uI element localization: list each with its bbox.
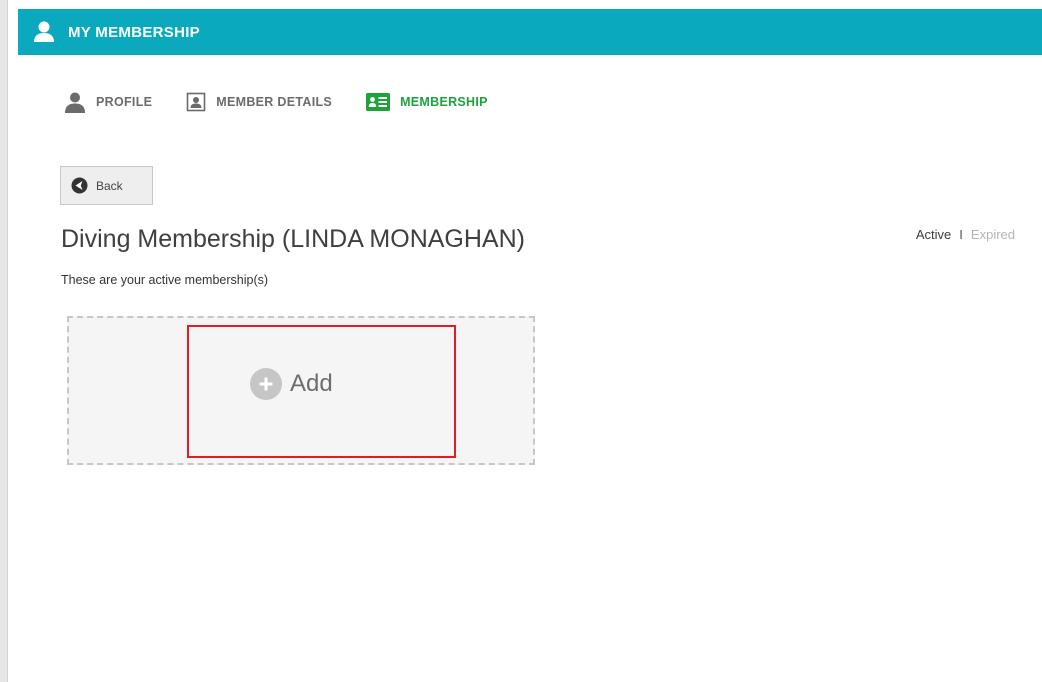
id-photo-icon xyxy=(186,92,206,112)
filter-active-link[interactable]: Active xyxy=(916,227,951,242)
membership-card-icon xyxy=(366,93,391,111)
filter-expired-link[interactable]: Expired xyxy=(971,227,1015,242)
tab-membership[interactable]: MEMBERSHIP xyxy=(366,93,488,111)
plus-circle-icon xyxy=(250,368,282,400)
status-filter: Active I Expired xyxy=(916,227,1015,242)
filter-separator: I xyxy=(959,227,963,242)
header-title: MY MEMBERSHIP xyxy=(68,23,200,41)
add-membership-button[interactable]: Add xyxy=(250,364,333,404)
nav-tabs: PROFILE MEMBER DETAILS MEMBERSHIP xyxy=(64,88,522,116)
left-rail-border xyxy=(7,0,19,682)
back-button[interactable]: Back xyxy=(60,166,153,205)
tab-profile-label: PROFILE xyxy=(96,95,153,109)
tab-membership-label: MEMBERSHIP xyxy=(400,95,488,109)
user-icon xyxy=(34,21,54,42)
tab-member-details[interactable]: MEMBER DETAILS xyxy=(186,92,332,112)
add-label: Add xyxy=(290,370,333,397)
tab-profile[interactable]: PROFILE xyxy=(64,91,152,113)
page-subtitle: These are your active membership(s) xyxy=(61,273,269,287)
page-title: Diving Membership (LINDA MONAGHAN) xyxy=(61,225,525,253)
back-arrow-icon xyxy=(71,177,88,194)
person-icon xyxy=(65,92,85,113)
header-bar: MY MEMBERSHIP xyxy=(18,9,1042,55)
left-rail xyxy=(0,0,7,682)
back-button-label: Back xyxy=(96,178,123,193)
tab-member-details-label: MEMBER DETAILS xyxy=(216,95,333,109)
